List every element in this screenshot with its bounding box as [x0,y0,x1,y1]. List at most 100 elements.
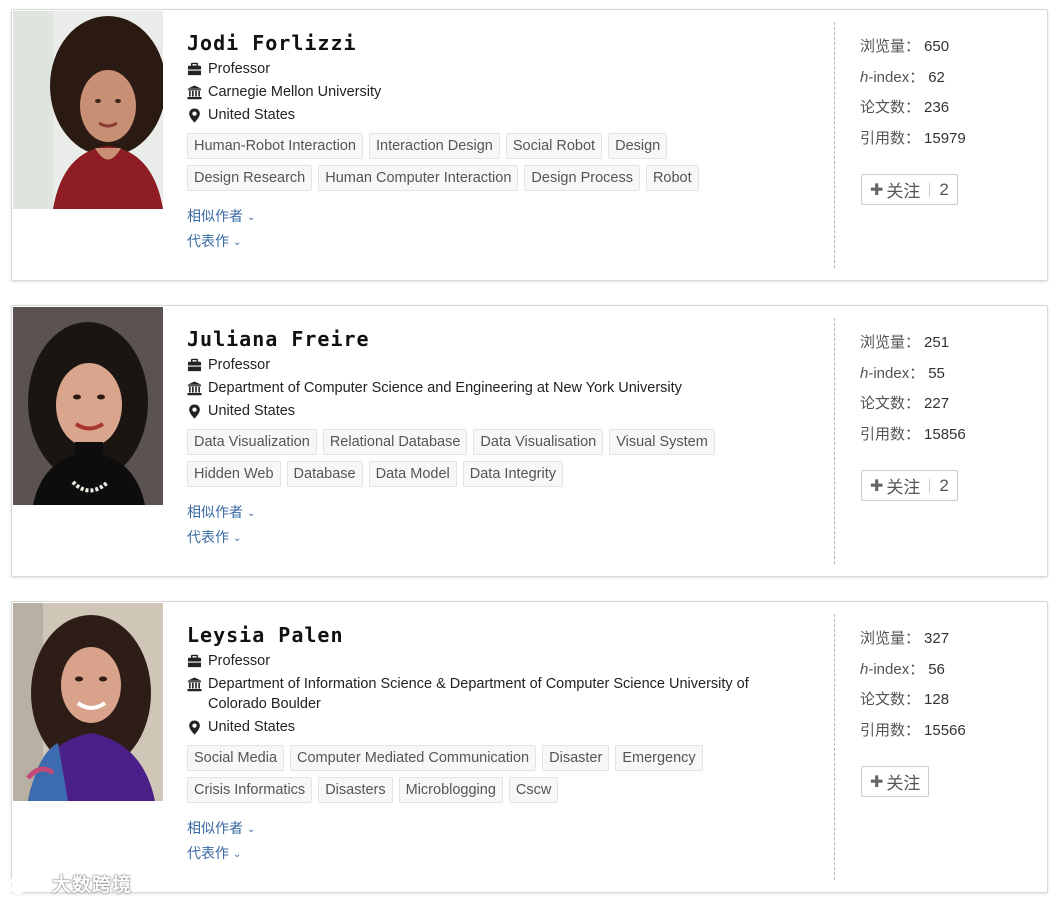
scholar-name[interactable]: Leysia Palen [187,622,807,648]
scholar-info: Juliana Freire Professor Department of C… [187,326,807,551]
tag[interactable]: Human-Robot Interaction [187,133,363,159]
institution-icon [187,677,202,692]
title-row: Professor [187,355,807,375]
representative-works-label: 代表作 [187,233,229,249]
scholar-title: Professor [208,357,271,373]
follow-separator [929,182,931,197]
scholar-affiliation: Department of Computer Science and Engin… [208,380,682,396]
follow-label: 关注 [886,478,921,497]
scholar-location: United States [208,403,296,419]
tag[interactable]: Data Model [368,461,457,487]
location-row: United States [187,105,807,125]
citations-stat: 引用数： 15856 [860,425,966,443]
citations-stat: 引用数： 15979 [860,129,966,147]
tag[interactable]: Disasters [318,777,393,803]
affiliation-row: Carnegie Mellon University [187,82,807,102]
papers-stat: 论文数： 236 [860,99,950,117]
tag[interactable]: Data Visualisation [473,429,604,455]
follow-button[interactable]: ✚ 关注 2 [861,174,958,205]
representative-works-label: 代表作 [187,845,229,861]
chevron-down-icon: ⌄ [233,237,242,248]
follow-button[interactable]: ✚ 关注 [861,766,930,797]
tag[interactable]: Social Media [187,745,285,771]
tag[interactable]: Relational Database [322,429,468,455]
citations-stat: 引用数： 15566 [860,721,966,739]
tag[interactable]: Crisis Informatics [187,777,313,803]
map-pin-icon [189,720,200,735]
tag[interactable]: Data Integrity [462,461,564,487]
follow-separator [929,478,931,493]
scholar-stats: 浏览量： 650 h-index： 62 论文数： 236 引用数： 15979 [860,37,1040,159]
briefcase-icon [187,358,202,372]
tag[interactable]: Visual System [609,429,715,455]
title-row: Professor [187,59,807,79]
scholar-name[interactable]: Jodi Forlizzi [187,30,807,56]
tag[interactable]: Database [286,461,363,487]
expand-links: 相似作者 ⌄ 代表作 ⌄ [187,205,807,255]
hindex-stat: h-index： 55 [860,364,945,382]
hindex-stat: h-index： 62 [860,68,945,86]
tag[interactable]: Computer Mediated Communication [290,745,537,771]
scholar-card: Leysia Palen Professor Department of Inf… [11,601,1048,893]
tag[interactable]: Design Process [524,165,640,191]
tag[interactable]: Social Robot [505,133,603,159]
plus-icon: ✚ [870,181,884,199]
scholar-card: Juliana Freire Professor Department of C… [11,305,1048,577]
tag-list: Data Visualization Relational Database D… [187,429,747,493]
scholar-title: Professor [208,653,271,669]
tag[interactable]: Disaster [542,745,610,771]
card-divider [834,22,835,268]
scholar-name[interactable]: Juliana Freire [187,326,807,352]
watermark-logo-icon [8,874,48,894]
card-divider [834,318,835,564]
tag[interactable]: Cscw [508,777,559,803]
institution-icon [187,381,202,396]
chevron-down-icon: ⌄ [247,508,256,519]
scholar-photo[interactable] [13,307,163,505]
expand-links: 相似作者 ⌄ 代表作 ⌄ [187,817,807,867]
hindex-stat: h-index： 56 [860,660,945,678]
affiliation-row: Department of Computer Science and Engin… [187,378,807,398]
briefcase-icon [187,654,202,668]
tag[interactable]: Interaction Design [369,133,500,159]
tag[interactable]: Design Research [187,165,313,191]
representative-works-link[interactable]: 代表作 ⌄ [187,526,807,551]
scholar-title: Professor [208,61,271,77]
institution-icon [187,85,202,100]
similar-authors-label: 相似作者 [187,208,243,224]
follow-button[interactable]: ✚ 关注 2 [861,470,958,501]
scholar-photo[interactable] [13,11,163,209]
card-divider [834,614,835,880]
location-row: United States [187,401,807,421]
watermark: 大数跨境 [8,870,132,897]
tag[interactable]: Design [608,133,668,159]
representative-works-link[interactable]: 代表作 ⌄ [187,842,807,867]
tag[interactable]: Human Computer Interaction [318,165,519,191]
similar-authors-link[interactable]: 相似作者 ⌄ [187,205,807,230]
tag-list: Human-Robot Interaction Interaction Desi… [187,133,747,197]
tag[interactable]: Microblogging [398,777,503,803]
follow-count: 2 [939,179,949,199]
views-stat: 浏览量： 327 [860,630,950,647]
similar-authors-link[interactable]: 相似作者 ⌄ [187,501,807,526]
papers-stat: 论文数： 227 [860,395,950,413]
representative-works-label: 代表作 [187,529,229,545]
tag[interactable]: Emergency [615,745,703,771]
representative-works-link[interactable]: 代表作 ⌄ [187,230,807,255]
chevron-down-icon: ⌄ [233,533,242,544]
similar-authors-link[interactable]: 相似作者 ⌄ [187,817,807,842]
tag[interactable]: Hidden Web [187,461,281,487]
scholar-photo[interactable] [13,603,163,801]
tag[interactable]: Robot [645,165,699,191]
plus-icon: ✚ [870,773,884,791]
scholar-info: Jodi Forlizzi Professor Carnegie Mellon … [187,30,807,255]
scholar-location: United States [208,107,296,123]
chevron-down-icon: ⌄ [247,212,256,223]
tag[interactable]: Data Visualization [187,429,317,455]
similar-authors-label: 相似作者 [187,820,243,836]
papers-stat: 论文数： 128 [860,691,950,709]
scholar-stats: 浏览量： 251 h-index： 55 论文数： 227 引用数： 15856 [860,333,1040,455]
briefcase-icon [187,62,202,76]
scholar-affiliation: Department of Information Science & Depa… [208,676,749,712]
expand-links: 相似作者 ⌄ 代表作 ⌄ [187,501,807,551]
